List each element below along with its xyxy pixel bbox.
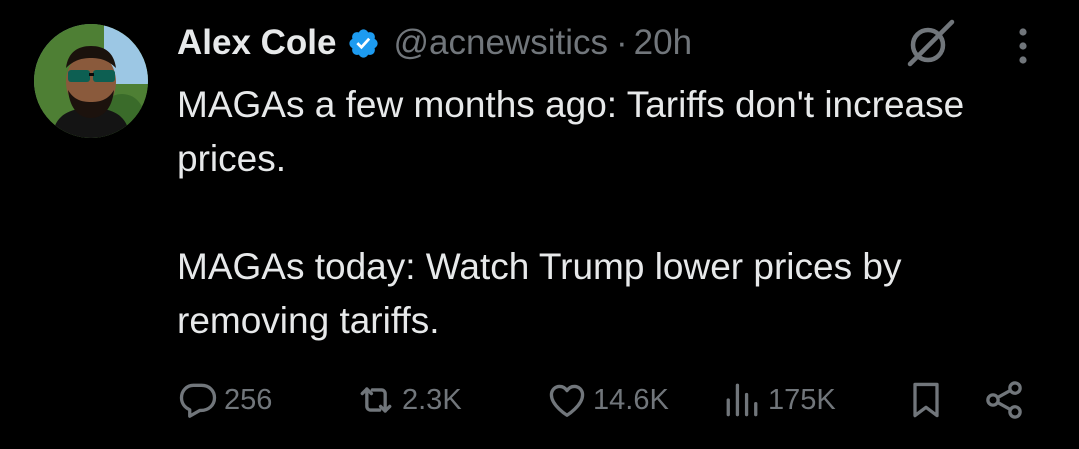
repost-button[interactable]: 2.3K [354,375,462,425]
repost-icon [354,378,398,422]
action-bar: 256 2.3K 14.6K 175K [176,375,1036,425]
like-icon [545,378,589,422]
author-handle[interactable]: @acnewsitics [394,23,608,63]
views-icon [720,378,764,422]
tweet-header: Alex Cole @acnewsitics · 20h [177,20,692,66]
grok-icon[interactable] [902,18,958,68]
header-separator: · [615,23,628,62]
share-icon [982,378,1026,422]
more-options-icon[interactable] [1006,24,1040,68]
bookmark-button[interactable] [904,375,948,425]
like-button[interactable]: 14.6K [545,375,669,425]
reply-count: 256 [224,383,273,416]
tweet-timestamp[interactable]: 20h [634,23,692,63]
reply-icon [176,378,220,422]
tweet-text: MAGAs a few months ago: Tariffs don't in… [177,78,1057,348]
tweet-text-line: MAGAs a few months ago: Tariffs don't in… [177,84,965,179]
views-button[interactable]: 175K [720,375,836,425]
avatar[interactable] [34,24,148,138]
view-count: 175K [768,383,836,416]
repost-count: 2.3K [402,383,462,416]
share-button[interactable] [982,375,1026,425]
author-display-name[interactable]: Alex Cole [177,23,337,63]
tweet-card[interactable]: Alex Cole @acnewsitics · 20h MAGAs a few… [0,0,1079,449]
verified-badge-icon[interactable] [347,27,380,60]
reply-button[interactable]: 256 [176,375,272,425]
tweet-text-line: MAGAs today: Watch Trump lower prices by… [177,246,902,341]
like-count: 14.6K [593,383,669,416]
bookmark-icon [904,378,948,422]
